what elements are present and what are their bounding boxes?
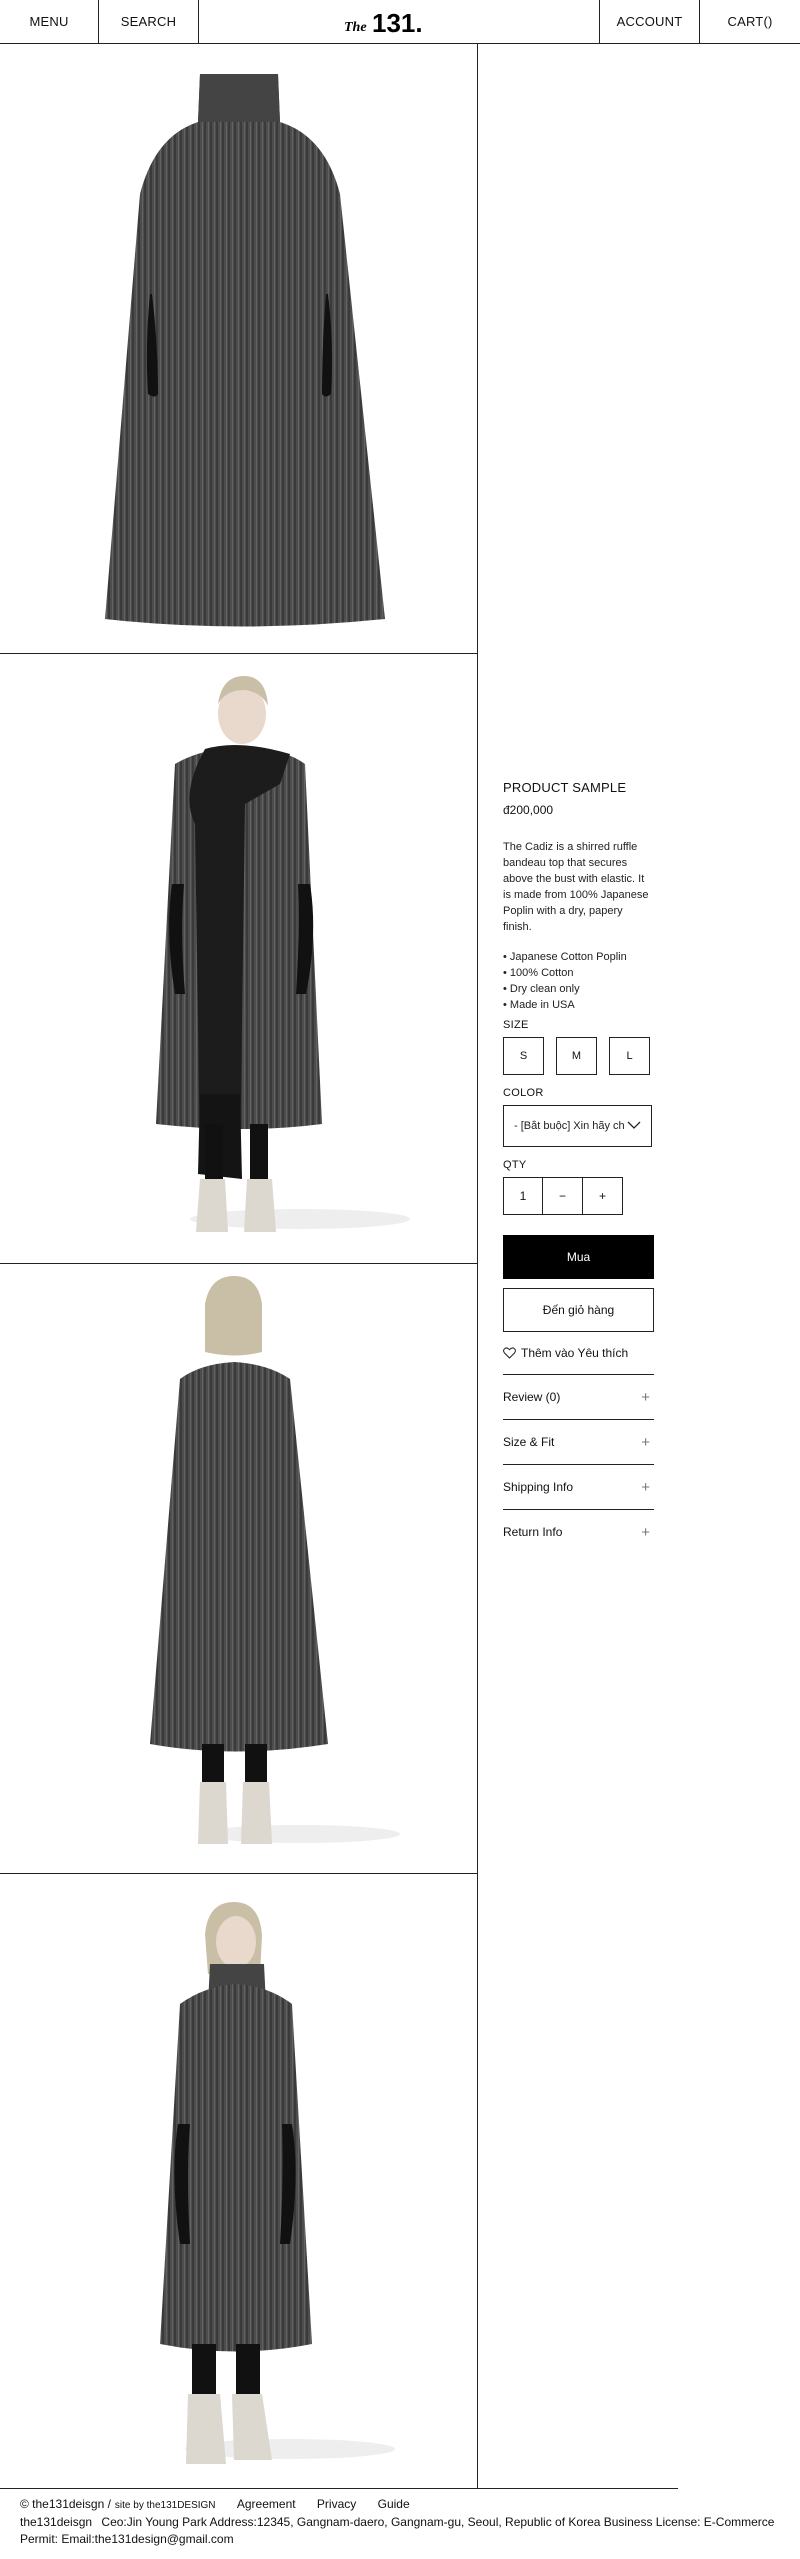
- site-logo[interactable]: The 131.: [340, 6, 460, 38]
- detail-item: • Dry clean only: [503, 983, 580, 995]
- accordion-review[interactable]: Review (0) +: [503, 1374, 654, 1419]
- cart-button[interactable]: CART(): [699, 0, 800, 43]
- footer-permit: Permit: Email:the131design@gmail.com: [20, 2532, 234, 2546]
- detail-item: • Made in USA: [503, 999, 575, 1011]
- plus-icon: +: [641, 1478, 650, 1496]
- chevron-down-icon: [627, 1121, 641, 1129]
- heart-icon: [503, 1347, 516, 1359]
- size-option-m[interactable]: M: [556, 1037, 597, 1075]
- accordion-label: Review (0): [503, 1390, 561, 1404]
- product-description: The Cadiz is a shirred ruffle bandeau to…: [503, 841, 649, 933]
- quantity-stepper: 1 − +: [503, 1177, 654, 1215]
- footer-divider: [0, 2488, 678, 2489]
- quantity-increase-button[interactable]: +: [583, 1177, 623, 1215]
- accordion-label: Return Info: [503, 1525, 563, 1539]
- product-image-front-flat[interactable]: [0, 44, 477, 654]
- wishlist-button[interactable]: Thêm vào Yêu thích: [503, 1346, 654, 1360]
- account-button[interactable]: ACCOUNT: [599, 0, 699, 43]
- color-select-value: - [Bắt buộc] Xin hãy chọn một tùy chọn -: [514, 1120, 624, 1132]
- plus-icon: +: [641, 1523, 650, 1541]
- footer-address: Ceo:Jin Young Park Address:12345, Gangna…: [101, 2515, 775, 2529]
- plus-icon: +: [641, 1388, 650, 1406]
- plus-icon: +: [641, 1433, 650, 1451]
- footer-site-by[interactable]: site by the131DESIGN: [115, 2500, 216, 2511]
- search-button[interactable]: SEARCH: [99, 0, 199, 43]
- footer-link-guide[interactable]: Guide: [378, 2497, 410, 2511]
- detail-item: • 100% Cotton: [503, 967, 574, 979]
- footer-company-info: the131deisgn Ceo:Jin Young Park Address:…: [20, 2514, 790, 2531]
- accordion-label: Size & Fit: [503, 1435, 555, 1449]
- accordion-shipping-info[interactable]: Shipping Info +: [503, 1464, 654, 1509]
- product-gallery: [0, 44, 478, 2488]
- color-select[interactable]: - [Bắt buộc] Xin hãy chọn một tùy chọn -: [503, 1105, 652, 1147]
- footer-link-agreement[interactable]: Agreement: [237, 2497, 296, 2511]
- quantity-decrease-button[interactable]: −: [543, 1177, 583, 1215]
- add-to-cart-button[interactable]: Đến giỏ hàng: [503, 1288, 654, 1332]
- size-options: S M L: [503, 1037, 654, 1075]
- qty-label: QTY: [503, 1159, 527, 1171]
- product-image-model-scarf[interactable]: [0, 654, 477, 1264]
- footer-company: the131deisgn: [20, 2515, 93, 2529]
- site-footer: © the131deisgn / site by the131DESIGN Agr…: [20, 2496, 790, 2548]
- footer-top-row: © the131deisgn / site by the131DESIGN Agr…: [20, 2496, 790, 2514]
- footer-link-privacy[interactable]: Privacy: [317, 2497, 356, 2511]
- detail-item: • Japanese Cotton Poplin: [503, 951, 627, 963]
- svg-text:131.: 131.: [372, 8, 423, 38]
- menu-button[interactable]: MENU: [0, 0, 99, 43]
- site-header: MENU SEARCH The 131. ACCOUNT CART(): [0, 0, 800, 44]
- size-option-s[interactable]: S: [503, 1037, 544, 1075]
- product-image-front-model[interactable]: [0, 1874, 477, 2488]
- product-name: PRODUCT SAMPLE: [503, 780, 627, 795]
- svg-text:The: The: [344, 20, 367, 35]
- footer-copyright: © the131deisgn /: [20, 2497, 111, 2511]
- color-label: COLOR: [503, 1087, 544, 1099]
- accordion-size-fit[interactable]: Size & Fit +: [503, 1419, 654, 1464]
- accordion-return-info[interactable]: Return Info +: [503, 1509, 654, 1554]
- quantity-input[interactable]: 1: [503, 1177, 543, 1215]
- product-details-list: • Japanese Cotton Poplin • 100% Cotton •…: [503, 949, 654, 1013]
- product-info: PRODUCT SAMPLE đ200,000 The Cadiz is a s…: [503, 780, 654, 1554]
- product-image-back[interactable]: [0, 1264, 477, 1874]
- size-label: SIZE: [503, 1019, 529, 1031]
- buy-button[interactable]: Mua: [503, 1235, 654, 1279]
- product-price: đ200,000: [503, 803, 554, 817]
- wishlist-label: Thêm vào Yêu thích: [521, 1346, 629, 1360]
- accordion-label: Shipping Info: [503, 1480, 574, 1494]
- size-option-l[interactable]: L: [609, 1037, 650, 1075]
